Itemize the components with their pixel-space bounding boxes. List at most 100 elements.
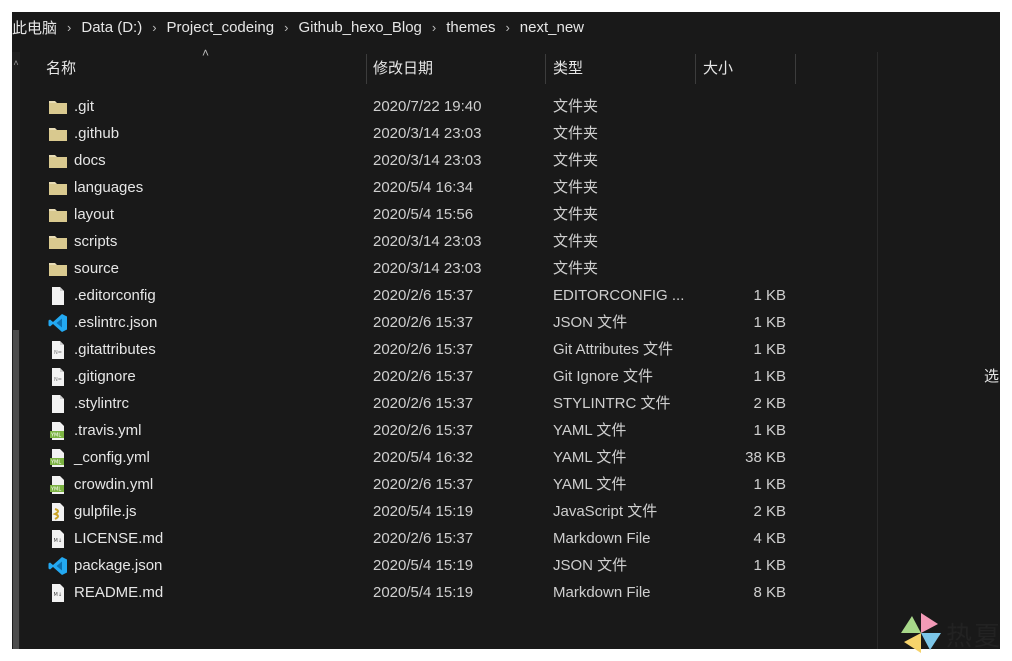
folder-icon bbox=[48, 151, 68, 171]
column-header-type[interactable]: 类型 bbox=[553, 52, 583, 86]
file-row[interactable]: M↓ README.md 2020/5/4 15:19 Markdown File 8 … bbox=[20, 579, 877, 606]
file-row[interactable]: gulpfile.js 2020/5/4 15:19 JavaScript 文件 2 … bbox=[20, 498, 877, 525]
file-row[interactable]: N= .gitignore 2020/2/6 15:37 Git Ignore 文件 1… bbox=[20, 363, 877, 390]
file-type: YAML 文件 bbox=[553, 476, 627, 493]
chevron-right-icon[interactable]: › bbox=[146, 20, 162, 35]
file-modified-date: 2020/2/6 15:37 bbox=[373, 287, 474, 304]
file-modified-date: 2020/5/4 15:19 bbox=[373, 584, 474, 601]
file-size: 1 KB bbox=[753, 287, 786, 304]
breadcrumb: 此电脑 › Data (D:) › Project_codeing › Gith… bbox=[12, 12, 1000, 42]
file-row[interactable]: .stylintrc 2020/2/6 15:37 STYLINTRC 文件 2 KB bbox=[20, 390, 877, 417]
text-file-icon: N= bbox=[48, 340, 68, 360]
explorer-window: 此电脑 › Data (D:) › Project_codeing › Gith… bbox=[12, 12, 1000, 649]
column-divider[interactable] bbox=[545, 54, 546, 84]
markdown-file-icon: M↓ bbox=[48, 583, 68, 603]
file-row[interactable]: source 2020/3/14 23:03 文件夹 bbox=[20, 255, 877, 282]
blank-file-icon bbox=[48, 286, 68, 306]
breadcrumb-item-drive[interactable]: Data (D:) bbox=[77, 19, 146, 36]
vscode-file-icon bbox=[48, 556, 68, 576]
file-type: Markdown File bbox=[553, 530, 651, 547]
column-divider[interactable] bbox=[695, 54, 696, 84]
file-type: STYLINTRC 文件 bbox=[553, 395, 671, 412]
breadcrumb-item-project[interactable]: Project_codeing bbox=[163, 19, 279, 36]
chevron-right-icon[interactable]: › bbox=[426, 20, 442, 35]
sort-ascending-icon: ˄ bbox=[202, 46, 210, 60]
file-row[interactable]: .eslintrc.json 2020/2/6 15:37 JSON 文件 1 KB bbox=[20, 309, 877, 336]
file-name: .gitattributes bbox=[74, 341, 156, 358]
file-type: YAML 文件 bbox=[553, 422, 627, 439]
file-name: scripts bbox=[74, 233, 118, 250]
file-size: 8 KB bbox=[753, 584, 786, 601]
file-size: 4 KB bbox=[753, 530, 786, 547]
svg-text:N=: N= bbox=[54, 350, 62, 356]
file-name: .travis.yml bbox=[74, 422, 142, 439]
column-divider[interactable] bbox=[795, 54, 796, 84]
svg-text:YML: YML bbox=[50, 460, 61, 466]
svg-text:N=: N= bbox=[54, 377, 62, 383]
chevron-right-icon[interactable]: › bbox=[499, 20, 515, 35]
scrollbar-thumb[interactable] bbox=[13, 330, 19, 649]
column-header-name[interactable]: 名称 bbox=[46, 52, 76, 86]
file-modified-date: 2020/7/22 19:40 bbox=[373, 98, 482, 115]
yaml-file-icon: YML bbox=[48, 475, 68, 495]
file-type: JSON 文件 bbox=[553, 314, 628, 331]
yaml-file-icon: YML bbox=[48, 448, 68, 468]
chevron-right-icon[interactable]: › bbox=[61, 20, 77, 35]
file-row[interactable]: YML crowdin.yml 2020/2/6 15:37 YAML 文件 1 KB bbox=[20, 471, 877, 498]
file-row[interactable]: package.json 2020/5/4 15:19 JSON 文件 1 KB bbox=[20, 552, 877, 579]
file-modified-date: 2020/2/6 15:37 bbox=[373, 395, 474, 412]
file-modified-date: 2020/2/6 15:37 bbox=[373, 530, 474, 547]
file-name: languages bbox=[74, 179, 144, 196]
svg-text:YML: YML bbox=[50, 433, 61, 439]
file-modified-date: 2020/5/4 16:34 bbox=[373, 179, 474, 196]
nav-pane-scrollbar[interactable]: ˄ bbox=[12, 52, 20, 649]
file-type: 文件夹 bbox=[553, 179, 599, 196]
file-row[interactable]: YML .travis.yml 2020/2/6 15:37 YAML 文件 1 KB bbox=[20, 417, 877, 444]
file-row[interactable]: .github 2020/3/14 23:03 文件夹 bbox=[20, 120, 877, 147]
file-row[interactable]: docs 2020/3/14 23:03 文件夹 bbox=[20, 147, 877, 174]
file-row[interactable]: scripts 2020/3/14 23:03 文件夹 bbox=[20, 228, 877, 255]
file-name: LICENSE.md bbox=[74, 530, 164, 547]
file-type: JSON 文件 bbox=[553, 557, 628, 574]
markdown-file-icon: M↓ bbox=[48, 529, 68, 549]
file-name: .eslintrc.json bbox=[74, 314, 158, 331]
file-name: .editorconfig bbox=[74, 287, 156, 304]
file-name: gulpfile.js bbox=[74, 503, 137, 520]
folder-icon bbox=[48, 259, 68, 279]
pinwheel-logo-icon bbox=[901, 613, 941, 653]
file-size: 1 KB bbox=[753, 341, 786, 358]
file-modified-date: 2020/3/14 23:03 bbox=[373, 260, 482, 277]
svg-text:M↓: M↓ bbox=[54, 538, 63, 544]
file-modified-date: 2020/5/4 15:19 bbox=[373, 557, 474, 574]
file-row[interactable]: YML _config.yml 2020/5/4 16:32 YAML 文件 38 KB bbox=[20, 444, 877, 471]
file-size: 1 KB bbox=[753, 422, 786, 439]
breadcrumb-item-blog[interactable]: Github_hexo_Blog bbox=[294, 19, 425, 36]
file-modified-date: 2020/2/6 15:37 bbox=[373, 422, 474, 439]
file-row[interactable]: languages 2020/5/4 16:34 文件夹 bbox=[20, 174, 877, 201]
column-header-size[interactable]: 大小 bbox=[703, 52, 733, 86]
file-row[interactable]: .git 2020/7/22 19:40 文件夹 bbox=[20, 93, 877, 120]
file-size: 1 KB bbox=[753, 476, 786, 493]
file-type: 文件夹 bbox=[553, 152, 599, 169]
file-modified-date: 2020/5/4 15:56 bbox=[373, 206, 474, 223]
column-header-row: ˄ 名称 修改日期 类型 大小 bbox=[20, 46, 877, 86]
column-divider[interactable] bbox=[366, 54, 367, 84]
file-modified-date: 2020/3/14 23:03 bbox=[373, 233, 482, 250]
breadcrumb-item-current[interactable]: next_new bbox=[516, 19, 588, 36]
scroll-up-arrow-icon[interactable]: ˄ bbox=[12, 58, 20, 68]
file-row[interactable]: M↓ LICENSE.md 2020/2/6 15:37 Markdown File 4… bbox=[20, 525, 877, 552]
file-type: 文件夹 bbox=[553, 98, 599, 115]
file-row[interactable]: N= .gitattributes 2020/2/6 15:37 Git Attrib… bbox=[20, 336, 877, 363]
file-row[interactable]: layout 2020/5/4 15:56 文件夹 bbox=[20, 201, 877, 228]
file-type: 文件夹 bbox=[553, 260, 599, 277]
file-type: 文件夹 bbox=[553, 206, 599, 223]
file-type: JavaScript 文件 bbox=[553, 503, 658, 520]
chevron-right-icon[interactable]: › bbox=[278, 20, 294, 35]
breadcrumb-item-themes[interactable]: themes bbox=[442, 19, 499, 36]
js-file-icon bbox=[48, 502, 68, 522]
breadcrumb-item-this-pc[interactable]: 此电脑 bbox=[12, 17, 61, 38]
file-type: Git Ignore 文件 bbox=[553, 368, 654, 385]
column-header-date[interactable]: 修改日期 bbox=[373, 52, 433, 86]
file-row[interactable]: .editorconfig 2020/2/6 15:37 EDITORCONFIG … bbox=[20, 282, 877, 309]
file-name: crowdin.yml bbox=[74, 476, 154, 493]
